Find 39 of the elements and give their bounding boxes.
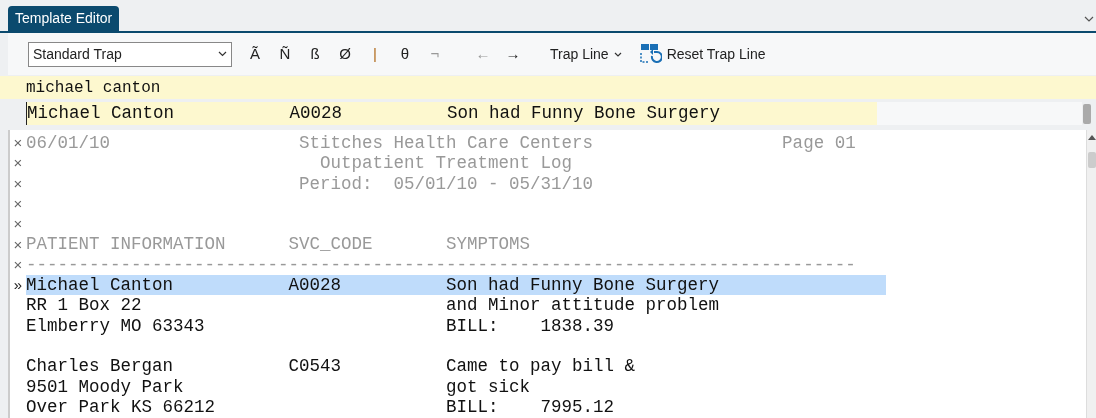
chevron-down-icon bbox=[218, 51, 227, 57]
line-marker[interactable]: × bbox=[13, 236, 23, 253]
report-line: 9501 Moody Park got sick bbox=[26, 376, 532, 397]
symbol-button[interactable]: ß bbox=[300, 41, 330, 67]
reset-trap-line-button[interactable]: Reset Trap Line bbox=[639, 43, 766, 65]
report-line: ------------------------------------------------------------------------------- bbox=[26, 254, 857, 276]
line-marker[interactable]: × bbox=[13, 196, 23, 213]
match-row[interactable]: Michael Canton A0028 Son had Funny Bone Surgery bbox=[26, 102, 877, 125]
report-line: PATIENT INFORMATION SVC_CODE SYMPTOMS bbox=[26, 234, 532, 255]
symbol-button[interactable]: Ã bbox=[240, 41, 270, 67]
line-marker[interactable]: × bbox=[13, 216, 23, 233]
symbol-button[interactable]: | bbox=[360, 41, 390, 67]
trap-line-menu[interactable]: Trap Line bbox=[550, 43, 622, 65]
scrollbar-thumb[interactable] bbox=[1083, 103, 1091, 124]
line-marker[interactable]: × bbox=[13, 256, 23, 273]
line-marker[interactable]: × bbox=[13, 175, 23, 192]
trap-select[interactable]: Standard Trap bbox=[28, 41, 232, 67]
symbol-button[interactable]: → bbox=[498, 41, 528, 67]
report-line: Elmberry MO 63343 BILL: 1838.39 bbox=[26, 315, 616, 336]
vertical-scrollbar[interactable] bbox=[1086, 130, 1096, 418]
report-line: Outpatient Treatment Log bbox=[319, 153, 574, 174]
report-line: RR 1 Box 22 and Minor attitude problem bbox=[26, 295, 721, 316]
chevron-down-icon bbox=[613, 51, 622, 57]
report-line: Over Park KS 66212 BILL: 7995.12 bbox=[26, 396, 616, 418]
line-marker[interactable]: × bbox=[13, 155, 23, 172]
line-marker[interactable]: » bbox=[13, 277, 23, 294]
reset-icon bbox=[639, 43, 662, 65]
line-marker[interactable]: × bbox=[13, 135, 23, 152]
symbol-button[interactable]: Ñ bbox=[270, 41, 300, 67]
search-field[interactable]: michael canton bbox=[0, 76, 1096, 99]
report-line: Charles Bergan C0543 Came to pay bill & bbox=[26, 356, 637, 377]
chevron-down-icon[interactable] bbox=[1084, 16, 1094, 22]
report-line: Period: 05/01/10 - 05/31/10 bbox=[298, 173, 595, 194]
symbol-button[interactable]: θ bbox=[390, 41, 420, 67]
scroll-up-arrow-icon[interactable] bbox=[1088, 134, 1096, 140]
editor-tab[interactable]: Template Editor bbox=[8, 6, 120, 31]
symbol-button[interactable]: Ø bbox=[330, 41, 360, 67]
report-line: 06/01/10 Stitches Health Care Centers Page 01 bbox=[26, 133, 857, 154]
scrollbar-thumb[interactable] bbox=[1088, 152, 1096, 168]
